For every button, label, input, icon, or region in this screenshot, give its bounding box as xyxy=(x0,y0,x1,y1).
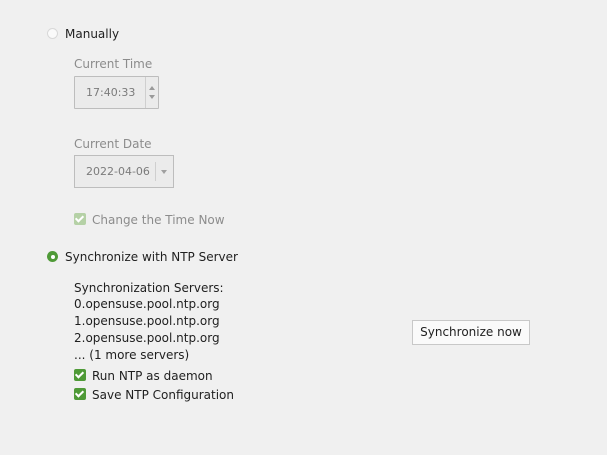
ntp-radio[interactable] xyxy=(47,251,58,262)
change-time-label: Change the Time Now xyxy=(92,213,225,227)
servers-heading: Synchronization Servers: xyxy=(74,281,224,295)
server-item: 1.opensuse.pool.ntp.org xyxy=(74,314,220,328)
run-daemon-label[interactable]: Run NTP as daemon xyxy=(92,369,213,383)
ntp-label[interactable]: Synchronize with NTP Server xyxy=(65,250,238,264)
spin-up-icon[interactable] xyxy=(149,86,155,90)
manually-radio[interactable] xyxy=(47,28,58,39)
save-config-checkbox[interactable] xyxy=(74,388,86,400)
time-value: 17:40:33 xyxy=(86,86,136,99)
time-spinner-arrows[interactable] xyxy=(145,77,158,108)
chevron-down-icon xyxy=(161,170,167,174)
server-item: 2.opensuse.pool.ntp.org xyxy=(74,331,220,345)
change-time-checkbox[interactable] xyxy=(74,213,86,225)
current-date-label: Current Date xyxy=(74,137,152,151)
save-config-label[interactable]: Save NTP Configuration xyxy=(92,388,234,402)
run-daemon-checkbox[interactable] xyxy=(74,369,86,381)
date-value: 2022-04-06 xyxy=(86,165,150,178)
current-time-label: Current Time xyxy=(74,57,153,71)
time-spinner[interactable]: 17:40:33 xyxy=(74,76,159,109)
more-servers-text: ... (1 more servers) xyxy=(74,348,190,362)
spin-down-icon[interactable] xyxy=(149,95,155,99)
date-dropdown-button[interactable] xyxy=(155,162,173,181)
date-field[interactable]: 2022-04-06 xyxy=(74,155,174,188)
synchronize-now-button[interactable]: Synchronize now xyxy=(412,320,530,345)
server-item: 0.opensuse.pool.ntp.org xyxy=(74,297,220,311)
manually-label[interactable]: Manually xyxy=(65,27,119,41)
